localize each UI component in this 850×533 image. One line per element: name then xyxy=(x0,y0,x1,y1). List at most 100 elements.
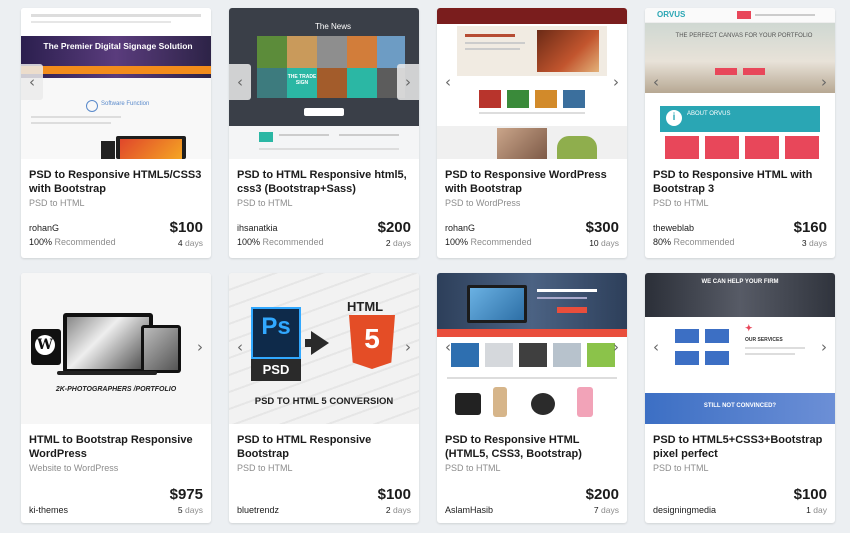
card-category: PSD to HTML xyxy=(29,198,85,208)
service-card[interactable]: WE CAN HELP YOUR FIRM ✦ OUR SERVICES STI… xyxy=(645,273,835,523)
delivery-days-label: days xyxy=(601,238,619,248)
seller-name[interactable]: bluetrendz xyxy=(237,505,279,515)
delivery-time: 2 days xyxy=(386,505,411,515)
chevron-left-icon: ‹ xyxy=(237,338,243,356)
seller-name[interactable]: ki-themes xyxy=(29,505,68,515)
card-thumbnail[interactable]: The Premier Digital Signage Solution Sof… xyxy=(21,8,211,159)
chevron-left-icon: ‹ xyxy=(237,73,243,91)
card-thumbnail[interactable]: W 2K-PHOTOGRAPHERS /PORTFOLIO › xyxy=(21,273,211,424)
card-price: $300 xyxy=(585,219,619,236)
carousel-next-button[interactable]: › xyxy=(397,329,419,365)
card-title[interactable]: PSD to Responsive HTML5/CSS3 with Bootst… xyxy=(29,168,205,196)
seller-name[interactable]: rohanG xyxy=(29,223,59,233)
thumb-html5-number: 5 xyxy=(364,323,380,354)
delivery-time: 5 days xyxy=(178,505,203,515)
card-price: $100 xyxy=(169,219,203,236)
card-price: $160 xyxy=(793,219,827,236)
card-category: PSD to HTML xyxy=(653,463,709,473)
card-thumbnail[interactable]: ‹ › xyxy=(437,273,627,424)
delivery-time: 10 days xyxy=(589,238,619,248)
service-card[interactable]: The News THE TRADE SIGN ‹ › PSD to HTML … xyxy=(229,8,419,258)
card-thumbnail[interactable]: Ps PSD HTML 5 PSD TO HTML 5 CONVERSION ‹… xyxy=(229,273,419,424)
carousel-next-button[interactable]: › xyxy=(605,64,627,100)
card-title[interactable]: PSD to HTML Responsive html5, css3 (Boot… xyxy=(237,168,413,196)
card-title[interactable]: PSD to Responsive HTML with Bootstrap 3 xyxy=(653,168,829,196)
delivery-days: 10 xyxy=(589,238,599,248)
rating-percent: 100% xyxy=(29,237,53,247)
recommendation-rating: 100% Recommended xyxy=(445,237,532,247)
carousel-prev-button[interactable]: ‹ xyxy=(645,329,667,365)
carousel-prev-button[interactable]: ‹ xyxy=(229,64,251,100)
service-card[interactable]: ‹ › PSD to Responsive WordPress with Boo… xyxy=(437,8,627,258)
thumb-psd-label: PSD xyxy=(262,362,290,377)
rating-label: Recommended xyxy=(470,237,532,247)
card-thumbnail[interactable]: ORVUS THE PERFECT CANVAS FOR YOUR PORTFO… xyxy=(645,8,835,159)
carousel-next-button[interactable]: › xyxy=(397,64,419,100)
service-card[interactable]: W 2K-PHOTOGRAPHERS /PORTFOLIO › HTML to … xyxy=(21,273,211,523)
card-thumbnail[interactable]: The News THE TRADE SIGN ‹ › xyxy=(229,8,419,159)
seller-name[interactable]: ihsanatkia xyxy=(237,223,278,233)
chevron-left-icon: ‹ xyxy=(445,338,451,356)
card-price: $200 xyxy=(377,219,411,236)
thumb-caption: 2K-PHOTOGRAPHERS /PORTFOLIO xyxy=(55,386,177,393)
chevron-right-icon: › xyxy=(821,73,827,91)
card-title[interactable]: PSD to Responsive HTML (HTML5, CSS3, Boo… xyxy=(445,433,621,461)
carousel-next-button[interactable]: › xyxy=(605,329,627,365)
seller-name[interactable]: AslamHasib xyxy=(445,505,493,515)
delivery-days-label: days xyxy=(393,505,411,515)
seller-name[interactable]: theweblab xyxy=(653,223,694,233)
seller-name[interactable]: designingmedia xyxy=(653,505,716,515)
delivery-days-label: days xyxy=(185,238,203,248)
card-thumbnail[interactable]: WE CAN HELP YOUR FIRM ✦ OUR SERVICES STI… xyxy=(645,273,835,424)
seller-name[interactable]: rohanG xyxy=(445,223,475,233)
recommendation-rating: 80% Recommended xyxy=(653,237,735,247)
delivery-time: 4 days xyxy=(178,238,203,248)
chevron-left-icon: ‹ xyxy=(653,73,659,91)
card-price: $975 xyxy=(169,486,203,503)
thumb-cta: STILL NOT CONVINCED? xyxy=(703,403,777,409)
card-category: PSD to HTML xyxy=(237,198,293,208)
delivery-days: 3 xyxy=(801,238,807,248)
card-category: PSD to HTML xyxy=(237,463,293,473)
service-card[interactable]: ORVUS THE PERFECT CANVAS FOR YOUR PORTFO… xyxy=(645,8,835,258)
delivery-days: 5 xyxy=(177,505,183,515)
carousel-next-button[interactable]: › xyxy=(813,64,835,100)
carousel-prev-button[interactable]: ‹ xyxy=(21,64,43,100)
rating-label: Recommended xyxy=(262,237,324,247)
card-title[interactable]: PSD to HTML5+CSS3+Bootstrap pixel perfec… xyxy=(653,433,829,461)
carousel-prev-button[interactable]: ‹ xyxy=(437,329,459,365)
chevron-left-icon: ‹ xyxy=(29,73,35,91)
carousel-next-button[interactable]: › xyxy=(813,329,835,365)
rating-percent: 80% xyxy=(653,237,672,247)
thumb-html-label: HTML xyxy=(347,299,384,314)
carousel-next-button[interactable]: › xyxy=(189,329,211,365)
service-card[interactable]: ‹ › PSD to Responsive HTML (HTML5, CSS3,… xyxy=(437,273,627,523)
recommendation-rating: 100% Recommended xyxy=(29,237,116,247)
carousel-prev-button[interactable]: ‹ xyxy=(645,64,667,100)
delivery-days-label: day xyxy=(813,505,827,515)
thumb-caption: PSD TO HTML 5 CONVERSION xyxy=(254,396,394,407)
rating-percent: 100% xyxy=(445,237,469,247)
card-title[interactable]: PSD to HTML Responsive Bootstrap xyxy=(237,433,413,461)
thumb-tile: THE TRADE SIGN xyxy=(287,68,317,98)
service-card[interactable]: The Premier Digital Signage Solution Sof… xyxy=(21,8,211,258)
card-price: $200 xyxy=(585,486,619,503)
delivery-days-label: days xyxy=(185,505,203,515)
delivery-days-label: days xyxy=(809,238,827,248)
delivery-days: 7 xyxy=(593,505,599,515)
thumb-headline: THE PERFECT CANVAS FOR YOUR PORTFOLIO xyxy=(675,33,813,39)
card-thumbnail[interactable]: ‹ › xyxy=(437,8,627,159)
card-title[interactable]: PSD to Responsive WordPress with Bootstr… xyxy=(445,168,621,196)
delivery-time: 2 days xyxy=(386,238,411,248)
carousel-prev-button[interactable]: ‹ xyxy=(437,64,459,100)
service-card[interactable]: Ps PSD HTML 5 PSD TO HTML 5 CONVERSION ‹… xyxy=(229,273,419,523)
chevron-left-icon: ‹ xyxy=(445,73,451,91)
card-title[interactable]: HTML to Bootstrap Responsive WordPress xyxy=(29,433,205,461)
thumb-subheading: Software Function xyxy=(101,101,150,107)
chevron-right-icon: › xyxy=(405,73,411,91)
delivery-days: 2 xyxy=(385,505,391,515)
carousel-prev-button[interactable]: ‹ xyxy=(229,329,251,365)
thumb-headline: The Premier Digital Signage Solution xyxy=(43,41,193,51)
chevron-right-icon: › xyxy=(821,338,827,356)
card-category: PSD to WordPress xyxy=(445,198,521,208)
